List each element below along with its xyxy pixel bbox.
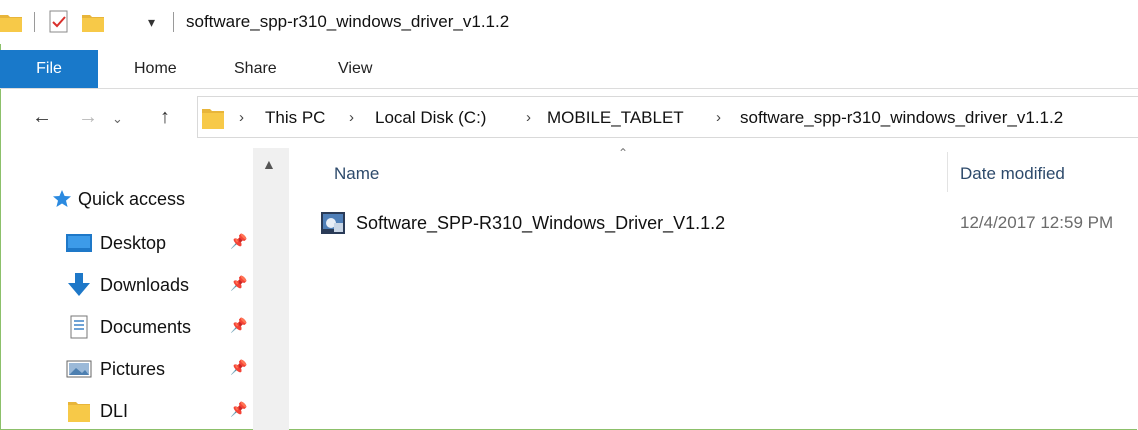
sidebar-item-quick-access[interactable]: Quick access (52, 184, 185, 214)
pin-icon[interactable]: 📌 (230, 401, 247, 418)
tab-home[interactable]: Home (134, 50, 177, 88)
chevron-right-icon[interactable]: › (239, 106, 244, 130)
navigation-pane: Quick access Desktop 📌 Downloads 📌 Docum… (0, 148, 289, 430)
sidebar-item-desktop[interactable]: Desktop (66, 228, 166, 258)
properties-icon[interactable] (48, 10, 70, 34)
sidebar-item-downloads[interactable]: Downloads (66, 270, 189, 300)
back-icon[interactable]: ← (32, 104, 52, 130)
sidebar-item-dli[interactable]: DLI (66, 396, 128, 426)
address-bar[interactable]: › This PC › Local Disk (C:) › MOBILE_TAB… (197, 96, 1138, 138)
separator (34, 12, 35, 32)
file-name: Software_SPP-R310_Windows_Driver_V1.1.2 (356, 212, 726, 233)
separator (173, 12, 174, 32)
forward-icon[interactable]: → (78, 104, 98, 130)
pin-icon[interactable]: 📌 (230, 359, 247, 376)
customize-toolbar-icon[interactable]: ▾ (148, 10, 155, 34)
breadcrumb-this-pc[interactable]: This PC (265, 106, 325, 130)
desktop-icon (66, 234, 92, 252)
documents-icon (70, 315, 88, 339)
tab-file[interactable]: File (0, 50, 98, 88)
breadcrumb-mobile-tablet[interactable]: MOBILE_TABLET (547, 106, 684, 130)
column-header-name[interactable]: Name (334, 164, 379, 184)
chevron-right-icon[interactable]: › (349, 106, 354, 130)
tab-view[interactable]: View (338, 50, 372, 88)
window-title: software_spp-r310_windows_driver_v1.1.2 (186, 12, 510, 31)
star-icon (53, 190, 71, 207)
folder-icon (68, 402, 90, 422)
chevron-right-icon[interactable]: › (526, 106, 531, 130)
installer-icon (321, 212, 345, 234)
tab-share[interactable]: Share (234, 50, 277, 88)
folder-icon (0, 10, 22, 34)
pin-icon[interactable]: 📌 (230, 317, 247, 334)
divider (0, 88, 1138, 89)
recent-locations-icon[interactable]: ⌄ (112, 106, 123, 132)
sort-ascending-icon: ⌃ (618, 146, 629, 160)
navigation-bar: ← → ⌄ ↑ › This PC › Local Disk (C:) › MO… (0, 96, 1138, 140)
breadcrumb-local-disk[interactable]: Local Disk (C:) (375, 106, 486, 130)
breadcrumb-current-folder[interactable]: software_spp-r310_windows_driver_v1.1.2 (740, 106, 1063, 130)
up-icon[interactable]: ↑ (160, 104, 170, 130)
pictures-icon (66, 360, 92, 378)
file-date-modified: 12/4/2017 12:59 PM (960, 213, 1114, 232)
sidebar-item-documents[interactable]: Documents (66, 312, 191, 342)
pin-icon[interactable]: 📌 (230, 275, 247, 292)
downloads-icon (68, 273, 90, 296)
sidebar-item-pictures[interactable]: Pictures (66, 354, 165, 384)
navigation-scrollbar[interactable] (253, 148, 289, 430)
scroll-up-icon[interactable]: ▲ (262, 156, 276, 172)
pin-icon[interactable]: 📌 (230, 233, 247, 250)
ribbon-tabs: File Home Share View (0, 50, 1138, 88)
chevron-right-icon[interactable]: › (716, 106, 721, 130)
folder-icon (202, 106, 224, 135)
title-bar: ▾ software_spp-r310_windows_driver_v1.1.… (0, 0, 1138, 44)
column-divider[interactable] (947, 152, 948, 192)
column-header-date-modified[interactable]: Date modified (960, 164, 1065, 184)
new-folder-icon[interactable] (82, 10, 104, 34)
file-row[interactable]: Software_SPP-R310_Windows_Driver_V1.1.2 (320, 208, 725, 238)
